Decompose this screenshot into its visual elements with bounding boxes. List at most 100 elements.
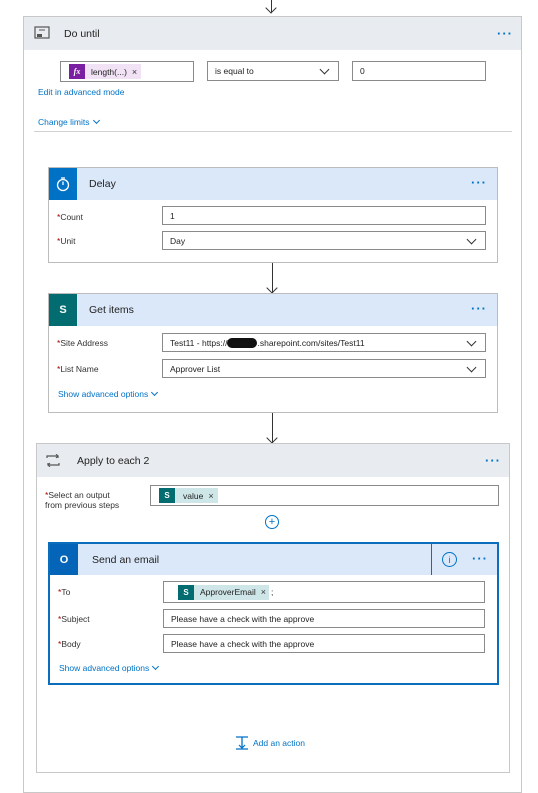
- do-until-menu-icon[interactable]: ···: [497, 26, 513, 41]
- site-address-select[interactable]: Test11 - https:// .sharepoint.com/sites/…: [162, 333, 486, 352]
- value-token[interactable]: S value ×: [159, 488, 218, 503]
- edit-advanced-mode-label: Edit in advanced mode: [38, 87, 125, 97]
- sharepoint-token-icon: S: [178, 584, 194, 600]
- subject-value: Please have a check with the approve: [171, 613, 315, 624]
- add-action-icon: [236, 736, 248, 750]
- outlook-icon: O: [59, 553, 69, 566]
- sharepoint-token-icon: S: [159, 488, 175, 503]
- add-action-button[interactable]: Add an action: [235, 736, 305, 750]
- do-until-card: Do until ··· fx length(...) × is equal t…: [23, 16, 522, 793]
- fx-icon: fx: [69, 64, 85, 79]
- edit-advanced-mode-link[interactable]: Edit in advanced mode: [38, 87, 124, 97]
- site-address-suffix: .sharepoint.com/sites/Test11: [257, 337, 365, 348]
- advanced-chevron-icon: [151, 388, 159, 397]
- body-value: Please have a check with the approve: [171, 638, 315, 649]
- operator-value: is equal to: [215, 66, 254, 76]
- select-output-input[interactable]: S value ×: [150, 485, 499, 506]
- divider: [34, 131, 512, 132]
- sharepoint-icon: S: [59, 304, 67, 316]
- repeat-icon: [45, 453, 61, 469]
- apply-to-each-menu-icon[interactable]: ···: [485, 453, 501, 468]
- connector-arrow-2: [266, 432, 278, 444]
- delay-menu-icon[interactable]: ···: [471, 175, 487, 190]
- redacted-mark: [227, 337, 258, 348]
- delay-count-label: *Count: [57, 212, 83, 222]
- insert-step-plus-icon[interactable]: +: [265, 515, 279, 529]
- send-email-card: O Send an email i ··· *To S ApproverEmai…: [48, 542, 499, 685]
- info-glyph: i: [448, 554, 451, 565]
- site-address-label-text: Site Address: [60, 338, 109, 348]
- unit-chevron-down-icon: [466, 234, 477, 245]
- value-token-remove-icon[interactable]: ×: [208, 491, 213, 501]
- select-output-label: *Select an output from previous steps: [45, 490, 119, 510]
- select-output-line-1: Select an output: [48, 490, 110, 500]
- loop-icon: [34, 26, 50, 39]
- body-input[interactable]: Please have a check with the approve: [163, 634, 485, 653]
- advanced-options-label: Show advanced options: [59, 663, 150, 673]
- timer-icon: [56, 177, 70, 192]
- list-chevron-down-icon: [466, 362, 477, 373]
- plus-glyph: +: [268, 515, 276, 528]
- to-input[interactable]: S ApproverEmail × ;: [163, 581, 485, 603]
- list-name-label: *List Name: [57, 364, 99, 374]
- approver-email-remove-icon[interactable]: ×: [261, 587, 266, 597]
- approver-email-label: ApproverEmail: [200, 587, 256, 597]
- delay-icon-box: [49, 168, 77, 200]
- condition-left-field[interactable]: fx length(...) ×: [60, 61, 194, 82]
- info-icon[interactable]: i: [442, 552, 457, 567]
- list-name-value: Approver List: [170, 363, 221, 374]
- to-label: *To: [58, 587, 70, 597]
- get-items-header[interactable]: S Get items ···: [49, 294, 497, 326]
- header-separator: [431, 544, 432, 575]
- add-action-label: Add an action: [253, 738, 305, 748]
- site-address-label: *Site Address: [57, 338, 108, 348]
- site-address-prefix: Test11 - https://: [170, 337, 228, 348]
- send-email-title: Send an email: [92, 553, 160, 566]
- do-until-title: Do until: [64, 28, 100, 40]
- unit-value: Day: [170, 235, 186, 246]
- connector-arrow-top: [265, 2, 277, 14]
- operator-select[interactable]: is equal to: [207, 61, 339, 81]
- connector-arrow-1: [266, 282, 278, 294]
- condition-value-input[interactable]: 0: [352, 61, 486, 81]
- delay-count-input[interactable]: 1: [162, 206, 486, 225]
- count-value: 1: [170, 210, 175, 221]
- delay-title: Delay: [89, 178, 116, 190]
- list-name-select[interactable]: Approver List: [162, 359, 486, 378]
- value-token-label: value: [183, 490, 204, 501]
- send-email-header[interactable]: O Send an email i ···: [50, 544, 497, 575]
- send-email-advanced-options-link[interactable]: Show advanced options: [59, 662, 160, 673]
- get-items-icon-box: S: [49, 294, 77, 326]
- get-items-advanced-options-link[interactable]: Show advanced options: [58, 388, 159, 399]
- select-output-line-2: from previous steps: [45, 500, 120, 510]
- length-token-label: length(...): [91, 66, 127, 77]
- count-label-text: Count: [60, 212, 83, 222]
- body-label: *Body: [58, 639, 81, 649]
- advanced-chevron-icon: [152, 662, 160, 671]
- to-suffix: ;: [271, 587, 274, 597]
- send-email-icon-box: O: [50, 544, 78, 575]
- length-token-remove-icon[interactable]: ×: [132, 67, 137, 77]
- unit-label-text: Unit: [60, 236, 76, 246]
- send-email-menu-icon[interactable]: ···: [472, 551, 488, 566]
- change-limits-label: Change limits: [38, 117, 90, 127]
- length-token[interactable]: fx length(...) ×: [69, 64, 142, 79]
- subject-input[interactable]: Please have a check with the approve: [163, 609, 485, 628]
- delay-unit-select[interactable]: Day: [162, 231, 486, 250]
- apply-to-each-card: Apply to each 2 ··· *Select an output fr…: [36, 443, 510, 773]
- apply-to-each-header[interactable]: Apply to each 2 ···: [37, 444, 509, 477]
- subject-label: *Subject: [58, 614, 90, 624]
- change-limits-link[interactable]: Change limits: [38, 116, 100, 127]
- do-until-header[interactable]: Do until ···: [24, 17, 521, 50]
- get-items-menu-icon[interactable]: ···: [471, 301, 487, 316]
- advanced-options-label: Show advanced options: [58, 389, 149, 399]
- approver-email-token[interactable]: S ApproverEmail ×: [178, 584, 270, 600]
- to-label-text: To: [61, 587, 71, 597]
- delay-header[interactable]: Delay ···: [49, 168, 497, 200]
- get-items-title: Get items: [89, 304, 134, 316]
- delay-card: Delay ··· *Count 1 *Unit Day: [48, 167, 498, 263]
- list-name-label-text: List Name: [60, 364, 99, 374]
- delay-unit-label: *Unit: [57, 236, 75, 246]
- get-items-card: S Get items ··· *Site Address Test11 - h…: [48, 293, 498, 413]
- operator-chevron-down-icon: [319, 64, 330, 75]
